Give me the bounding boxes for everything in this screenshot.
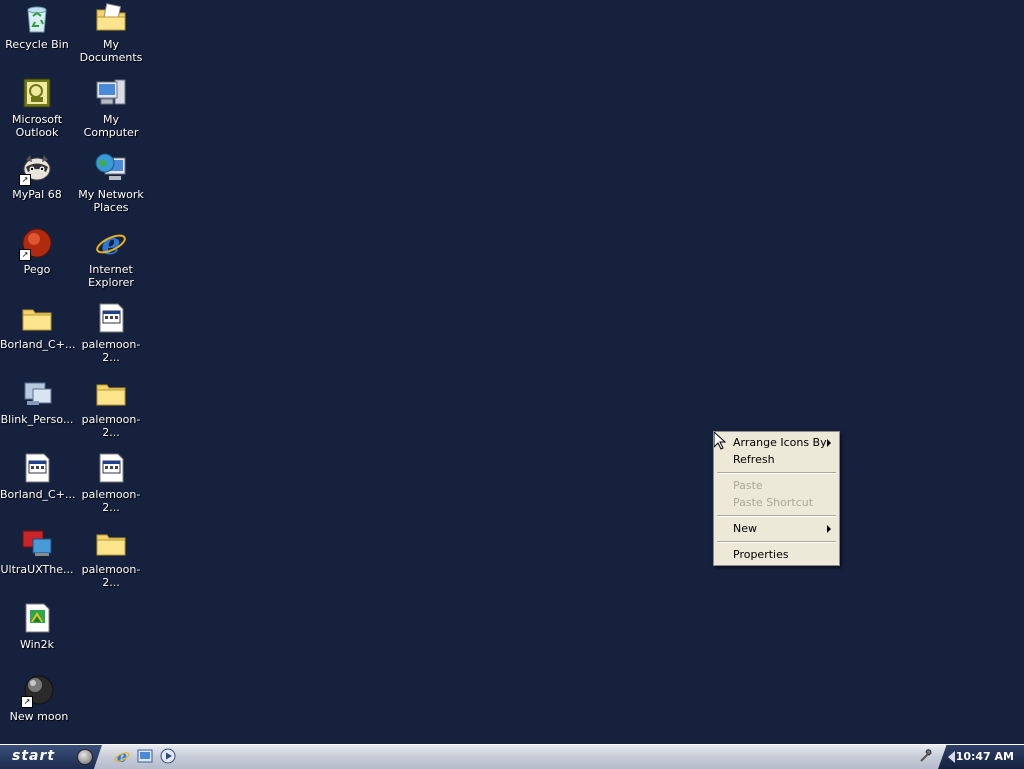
desktop-icon-label: My Network Places xyxy=(78,188,144,214)
menu-item-label: Paste Shortcut xyxy=(733,496,814,509)
menu-item-label: Paste xyxy=(733,479,763,492)
exe-icon xyxy=(21,452,53,484)
desktop-icon-label: New moon xyxy=(9,710,69,723)
desktop-icon-label: palemoon-2... xyxy=(81,563,141,589)
ultraux-icon xyxy=(21,527,53,559)
desktop-icon-label: Blink_Perso... xyxy=(0,413,74,426)
tray-tool-icon[interactable] xyxy=(918,747,934,763)
recycle-bin-icon xyxy=(21,2,53,34)
mypal-icon: ↗ xyxy=(19,152,53,186)
desktop-icon-label: palemoon-2... xyxy=(81,488,141,514)
desktop-icon-internet-explorer[interactable]: e Internet Explorer xyxy=(74,227,148,289)
menu-item-label: Refresh xyxy=(733,453,775,466)
clock[interactable]: 10:47 AM xyxy=(956,750,1014,763)
desktop-icon-pego[interactable]: ↗ Pego xyxy=(0,227,74,276)
desktop-icon-label: Win2k xyxy=(19,638,55,651)
start-label: start xyxy=(12,748,56,764)
blink-icon xyxy=(21,377,53,409)
folder-icon xyxy=(21,302,53,334)
desktop-icon-microsoft-outlook[interactable]: Microsoft Outlook xyxy=(0,77,74,139)
show-hidden-icons-button[interactable] xyxy=(948,751,955,763)
submenu-arrow-icon xyxy=(827,439,831,447)
desktop-icon-my-documents[interactable]: My Documents xyxy=(74,2,148,64)
desktop-icon-palemoon-file-2[interactable]: palemoon-2... xyxy=(74,452,148,514)
desktop-icon-palemoon-file-1[interactable]: palemoon-2... xyxy=(74,302,148,364)
desktop-icon-label: Recycle Bin xyxy=(5,38,69,51)
desktop-icon-ultrauxtheme[interactable]: UltraUXThe... xyxy=(0,527,74,576)
menu-item-paste: Paste xyxy=(716,477,837,494)
network-icon xyxy=(95,152,127,184)
outlook-icon xyxy=(21,77,53,109)
menu-item-label: Properties xyxy=(733,548,789,561)
desktop-icon-label: Borland_C+... xyxy=(0,338,76,351)
desktop[interactable]: Recycle Bin Microsoft Outlook ↗ MyPal 68 xyxy=(0,0,1024,744)
ie-quicklaunch-icon[interactable]: e xyxy=(114,747,130,766)
menu-item-new[interactable]: New xyxy=(716,520,837,537)
menu-item-label: New xyxy=(733,522,757,535)
menu-item-properties[interactable]: Properties xyxy=(716,546,837,563)
start-orb-icon xyxy=(77,749,93,765)
desktop-icon-blink-personal[interactable]: Blink_Perso... xyxy=(0,377,74,426)
shortcut-arrow-icon: ↗ xyxy=(19,249,31,261)
menu-separator xyxy=(717,541,836,543)
submenu-arrow-icon xyxy=(827,525,831,533)
desktop-context-menu: Arrange Icons By Refresh Paste Paste Sho… xyxy=(713,431,840,566)
desktop-icon-label: MyPal 68 xyxy=(12,188,62,201)
menu-separator xyxy=(717,472,836,474)
desktop-icon-label: My Documents xyxy=(79,38,143,64)
desktop-icon-label: Microsoft Outlook xyxy=(11,113,63,139)
show-desktop-icon[interactable] xyxy=(137,748,153,764)
desktop-icon-mypal-68[interactable]: ↗ MyPal 68 xyxy=(0,152,74,201)
menu-item-refresh[interactable]: Refresh xyxy=(716,451,837,468)
shortcut-arrow-icon: ↗ xyxy=(21,696,33,708)
menu-item-label: Arrange Icons By xyxy=(733,436,827,449)
pego-icon: ↗ xyxy=(19,227,53,261)
moon-icon: ↗ xyxy=(21,674,55,708)
desktop-icon-label: My Computer xyxy=(83,113,139,139)
desktop-icon-win2k[interactable]: Win2k xyxy=(0,602,74,651)
mouse-pointer-icon xyxy=(713,430,727,454)
computer-icon xyxy=(95,77,127,109)
win2k-file-icon xyxy=(21,602,53,634)
desktop-icon-recycle-bin[interactable]: Recycle Bin xyxy=(0,2,74,51)
desktop-icon-borland-file[interactable]: Borland_C+... xyxy=(0,452,76,501)
taskbar: start e 10:47 AM xyxy=(0,744,1024,769)
desktop-icon-my-computer[interactable]: My Computer xyxy=(74,77,148,139)
folder-icon xyxy=(95,527,127,559)
desktop-icon-label: Internet Explorer xyxy=(88,263,134,289)
desktop-icon-label: UltraUXThe... xyxy=(0,563,74,576)
media-player-icon[interactable] xyxy=(160,748,176,764)
start-button[interactable]: start xyxy=(0,745,102,769)
menu-item-arrange-icons-by[interactable]: Arrange Icons By xyxy=(716,434,837,451)
ie-icon: e xyxy=(95,227,127,262)
desktop-icon-label: palemoon-2... xyxy=(81,338,141,364)
system-tray: 10:47 AM xyxy=(938,745,1024,769)
desktop-icon-palemoon-folder-1[interactable]: palemoon-2... xyxy=(74,377,148,439)
exe-icon xyxy=(95,302,127,334)
shortcut-arrow-icon: ↗ xyxy=(19,174,31,186)
menu-separator xyxy=(717,515,836,517)
desktop-icon-label: Pego xyxy=(23,263,51,276)
svg-text:e: e xyxy=(101,227,120,259)
desktop-icon-label: Borland_C+... xyxy=(0,488,76,501)
menu-item-paste-shortcut: Paste Shortcut xyxy=(716,494,837,511)
folder-icon xyxy=(95,377,127,409)
exe-icon xyxy=(95,452,127,484)
desktop-icon-palemoon-folder-2[interactable]: palemoon-2... xyxy=(74,527,148,589)
desktop-icon-label: palemoon-2... xyxy=(81,413,141,439)
desktop-icon-borland-folder[interactable]: Borland_C+... xyxy=(0,302,76,351)
folder-documents-icon xyxy=(95,2,127,34)
desktop-icon-new-moon[interactable]: ↗ New moon xyxy=(2,674,76,723)
desktop-icon-my-network-places[interactable]: My Network Places xyxy=(74,152,148,214)
